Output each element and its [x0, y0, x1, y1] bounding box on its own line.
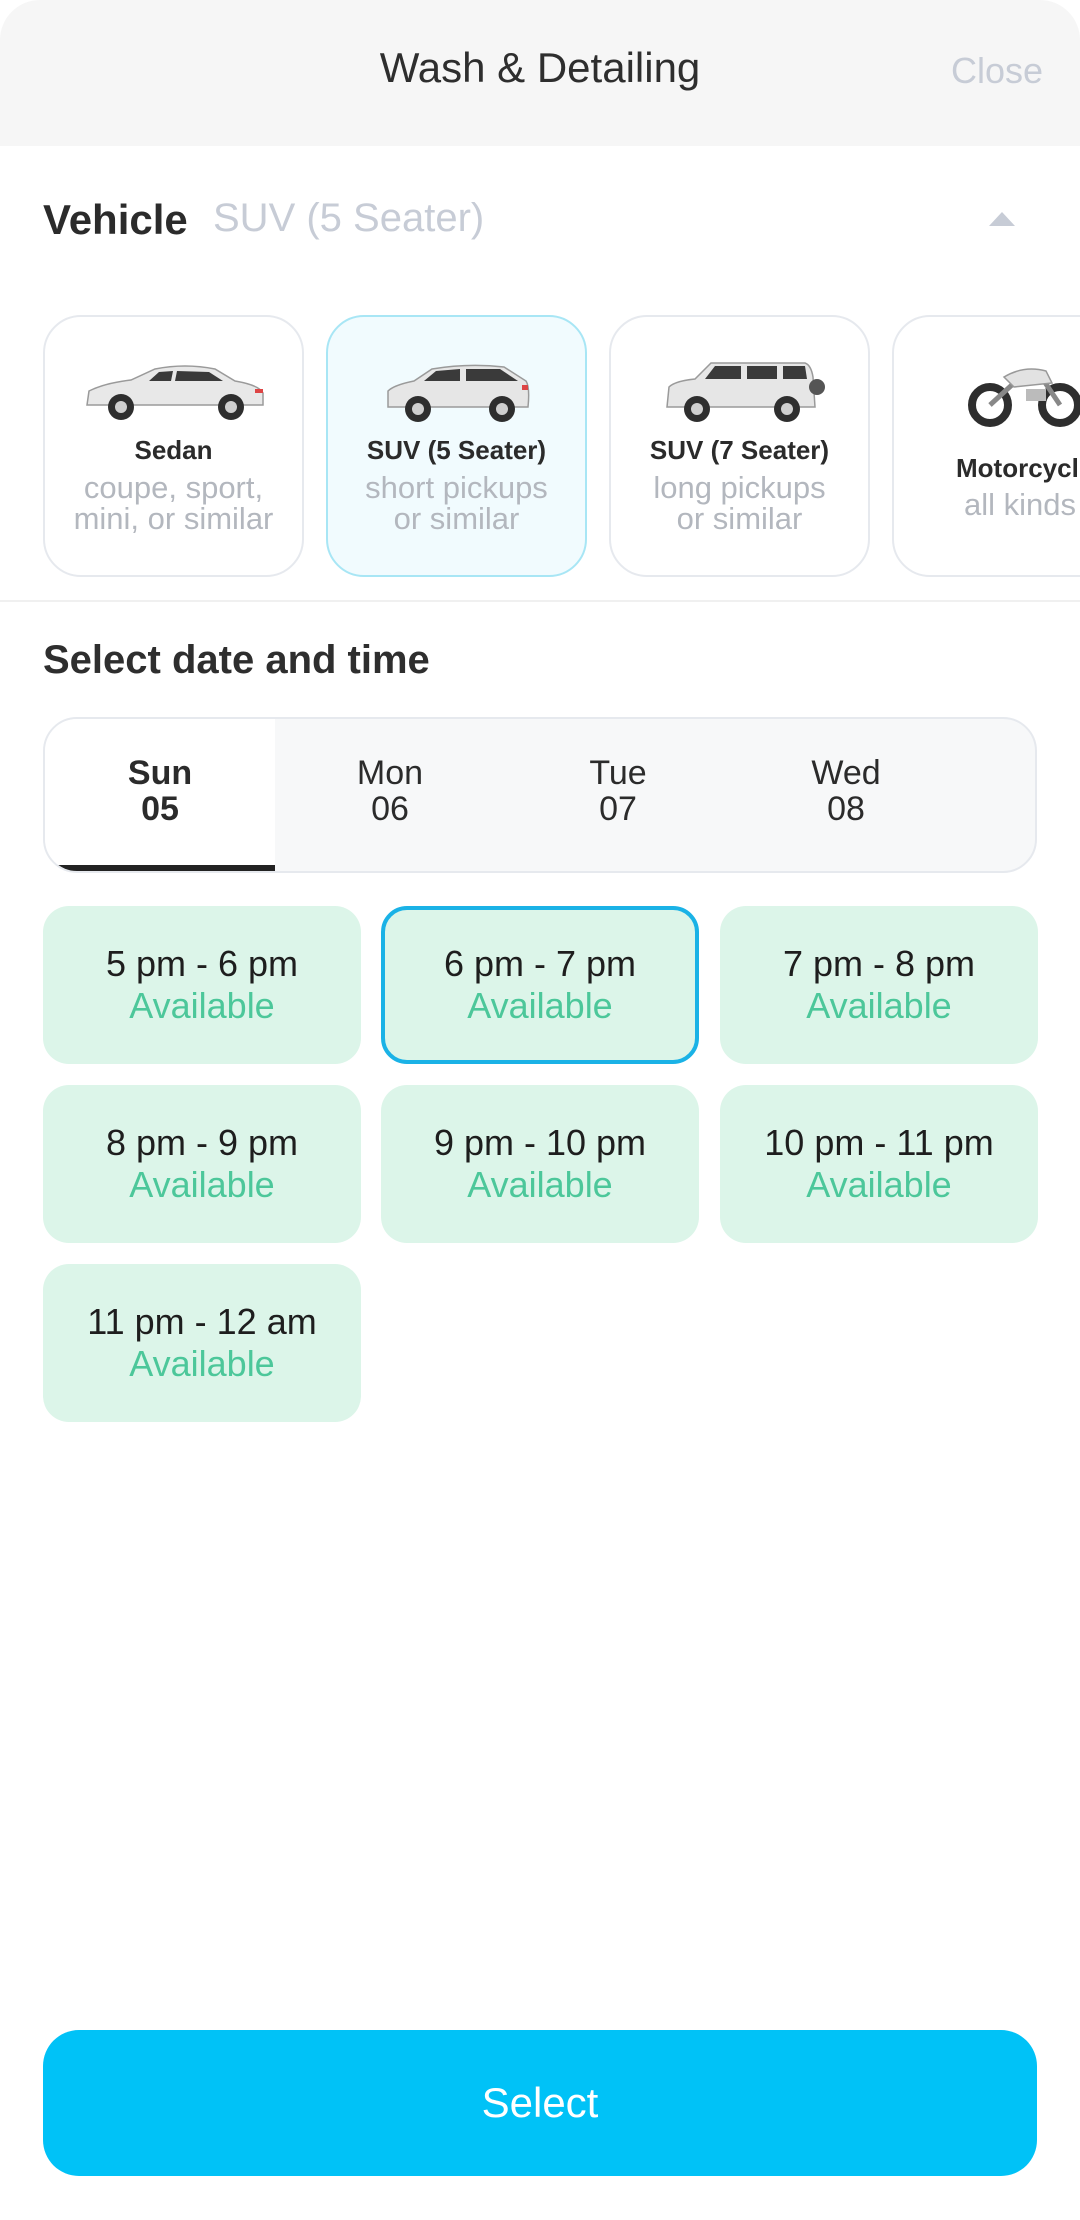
vehicle-card-desc: all kinds: [964, 487, 1076, 522]
vehicle-card-desc: short pickups or similar: [365, 470, 548, 536]
section-divider: [0, 600, 1080, 602]
booking-sheet: Wash & Detailing Close Vehicle SUV (5 Se…: [0, 0, 1080, 2220]
vehicle-card-name: SUV (7 Seater): [649, 435, 830, 465]
day-tab-tue[interactable]: Tue 07: [503, 719, 733, 871]
vehicle-type-list[interactable]: Sedan coupe, sport, mini, or similar SUV…: [43, 315, 1080, 577]
slot-status: Available: [129, 1343, 275, 1384]
slot-status: Available: [129, 985, 275, 1026]
day-name: Sun: [127, 754, 193, 792]
sheet-header: Wash & Detailing Close: [0, 0, 1080, 146]
slot-status: Available: [806, 1164, 952, 1205]
sedan-car-icon: [45, 347, 302, 427]
day-tab-sun[interactable]: Sun 05: [45, 719, 275, 871]
vehicle-card-motorcycle[interactable]: Motorcycl all kinds: [892, 315, 1080, 577]
vehicle-card-name: Sedan: [134, 435, 213, 465]
vehicle-card-sedan[interactable]: Sedan coupe, sport, mini, or similar: [43, 315, 304, 577]
time-slot[interactable]: 7 pm - 8 pm Available: [720, 906, 1038, 1064]
active-tab-indicator: [45, 865, 275, 871]
slot-status: Available: [467, 1164, 613, 1205]
motorcycle-icon: [894, 347, 1080, 427]
slot-time: 11 pm - 12 am: [87, 1301, 317, 1342]
day-tabs: Sun 05 Mon 06 Tue 07 Wed 08: [43, 717, 1037, 873]
vehicle-card-suv-5-seater[interactable]: SUV (5 Seater) short pickups or similar: [326, 315, 587, 577]
slot-time: 9 pm - 10 pm: [433, 1122, 647, 1163]
sheet-title: Wash & Detailing: [379, 44, 701, 91]
slot-time: 5 pm - 6 pm: [105, 943, 299, 984]
day-date: 07: [599, 790, 637, 828]
day-name: Mon: [356, 754, 424, 792]
vehicle-selector[interactable]: Vehicle SUV (5 Seater): [43, 190, 1037, 250]
suv-5-seater-icon: [328, 347, 585, 427]
slot-time: 8 pm - 9 pm: [105, 1122, 299, 1163]
day-name: Wed: [811, 754, 881, 792]
day-date: 05: [141, 790, 179, 828]
day-tab-wed[interactable]: Wed 08: [731, 719, 961, 871]
slot-status: Available: [129, 1164, 275, 1205]
time-slot-selected[interactable]: 6 pm - 7 pm Available: [381, 906, 699, 1064]
slot-time: 6 pm - 7 pm: [443, 943, 637, 984]
time-slot[interactable]: 11 pm - 12 am Available: [43, 1264, 361, 1422]
select-button[interactable]: Select: [43, 2030, 1037, 2176]
time-slot[interactable]: 9 pm - 10 pm Available: [381, 1085, 699, 1243]
schedule-title: Select date and time: [43, 638, 430, 682]
slot-status: Available: [806, 985, 952, 1026]
time-slot[interactable]: 10 pm - 11 pm Available: [720, 1085, 1038, 1243]
close-button[interactable]: Close: [951, 50, 1043, 92]
day-name: Tue: [589, 754, 647, 792]
vehicle-card-name: Motorcycl: [956, 453, 1079, 483]
vehicle-card-desc: long pickups or similar: [653, 470, 826, 536]
day-date: 08: [827, 790, 865, 828]
slot-time: 7 pm - 8 pm: [782, 943, 976, 984]
vehicle-selected-value: SUV (5 Seater): [213, 196, 485, 240]
vehicle-card-suv-7-seater[interactable]: SUV (7 Seater) long pickups or similar: [609, 315, 870, 577]
chevron-up-icon[interactable]: [989, 212, 1015, 226]
day-date: 06: [371, 790, 409, 828]
day-tab-mon[interactable]: Mon 06: [275, 719, 505, 871]
time-slot[interactable]: 8 pm - 9 pm Available: [43, 1085, 361, 1243]
vehicle-label: Vehicle: [43, 196, 188, 243]
vehicle-card-desc: coupe, sport, mini, or similar: [73, 470, 274, 536]
slot-time: 10 pm - 11 pm: [764, 1122, 994, 1163]
slot-status: Available: [467, 985, 613, 1026]
vehicle-card-name: SUV (5 Seater): [366, 435, 547, 465]
suv-7-seater-icon: [611, 347, 868, 427]
time-slot[interactable]: 5 pm - 6 pm Available: [43, 906, 361, 1064]
